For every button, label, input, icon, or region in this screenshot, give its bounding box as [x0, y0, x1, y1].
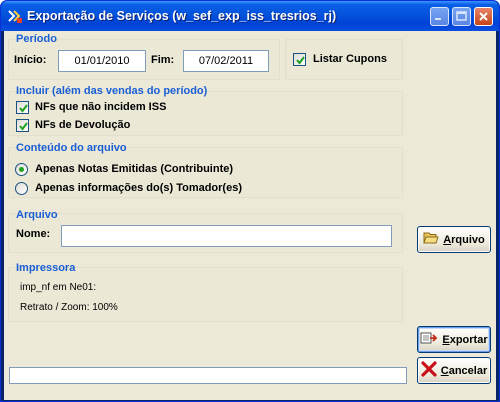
impressora-zoom-text: Retrato / Zoom: 100% — [20, 302, 118, 313]
apenas-notas-emitidas-radio[interactable] — [15, 163, 28, 176]
fim-date-input[interactable]: 07/02/2011 — [183, 50, 269, 72]
nfs-nao-incidem-iss-label: NFs que não incidem ISS — [35, 101, 167, 113]
listar-cupons-label: Listar Cupons — [313, 53, 387, 65]
cancelar-button-label: ancelar — [448, 364, 488, 377]
close-button[interactable] — [474, 7, 493, 26]
nome-label: Nome: — [16, 228, 51, 240]
inicio-date-input[interactable]: 01/01/2010 — [58, 50, 146, 72]
app-icon — [7, 8, 23, 24]
nfs-devolucao-label: NFs de Devolução — [35, 119, 131, 131]
window-client: Período Início: 01/01/2010 Fim: 07/02/20… — [4, 31, 496, 400]
nome-arquivo-input[interactable] — [61, 225, 392, 247]
folder-open-icon — [423, 231, 439, 248]
arquivo-title: Arquivo — [16, 209, 58, 221]
exportar-button-label: xportar — [449, 333, 488, 346]
conteudo-title: Conteúdo do arquivo — [16, 142, 127, 154]
progress-bar — [9, 367, 407, 384]
fim-label: Fim: — [151, 54, 175, 66]
maximize-button[interactable] — [452, 7, 471, 26]
incluir-title: Incluir (além das vendas do período) — [16, 85, 208, 97]
exportar-button-mnemonic: E — [442, 333, 450, 346]
periodo-title: Período — [16, 33, 57, 45]
cancelar-button-mnemonic: C — [440, 364, 449, 377]
window-title: Exportação de Serviços (w_sef_exp_iss_tr… — [27, 9, 337, 23]
apenas-notas-emitidas-label: Apenas Notas Emitidas (Contribuinte) — [35, 163, 234, 175]
impressora-name-text: imp_nf em Ne01: — [20, 282, 97, 293]
title-bar[interactable]: Exportação de Serviços (w_sef_exp_iss_tr… — [1, 1, 499, 31]
nfs-devolucao-checkbox[interactable] — [16, 119, 29, 132]
cancelar-button[interactable]: Cancelar — [417, 357, 491, 384]
exportar-button[interactable]: Exportar — [417, 326, 491, 353]
arquivo-button-label: rquivo — [451, 233, 485, 246]
arquivo-button[interactable]: Arquivo — [417, 226, 491, 253]
impressora-group — [8, 267, 403, 322]
cancel-x-icon — [421, 361, 437, 380]
listar-cupons-checkbox[interactable] — [293, 53, 306, 66]
apenas-tomadores-radio[interactable] — [15, 182, 28, 195]
export-window: Exportação de Serviços (w_sef_exp_iss_tr… — [0, 0, 500, 402]
nfs-nao-incidem-iss-checkbox[interactable] — [16, 101, 29, 114]
export-icon — [420, 331, 438, 348]
minimize-button[interactable] — [430, 7, 449, 26]
arquivo-button-mnemonic: A — [443, 233, 452, 246]
apenas-tomadores-label: Apenas informações do(s) Tomador(es) — [35, 182, 242, 194]
inicio-label: Início: — [14, 54, 47, 66]
impressora-title: Impressora — [16, 262, 76, 274]
